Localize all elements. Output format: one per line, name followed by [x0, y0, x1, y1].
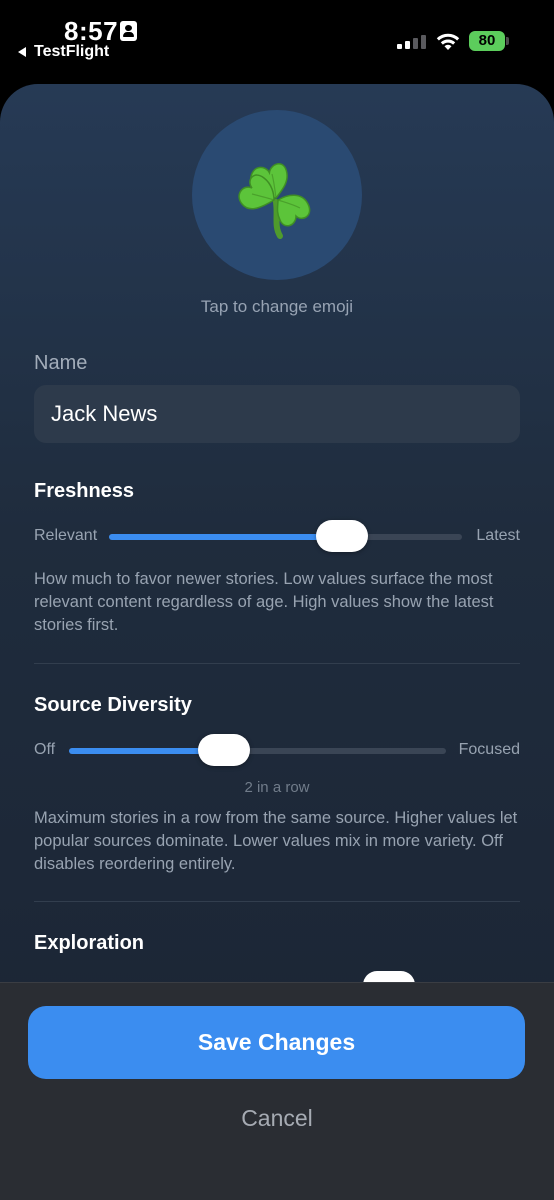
shamrock-icon [238, 163, 311, 239]
save-changes-button[interactable]: Save Changes [28, 1006, 525, 1079]
freshness-thumb[interactable] [315, 520, 368, 552]
source-diversity-title: Source Diversity [34, 694, 192, 716]
freshness-max-label: Latest [476, 527, 520, 544]
source-diversity-slider[interactable]: Off Focused [34, 734, 520, 768]
emoji-hint: Tap to change emoji [200, 297, 354, 316]
freshness-track[interactable] [109, 534, 462, 540]
source-diversity-max-label: Focused [458, 741, 520, 758]
back-to-app-link[interactable]: TestFlight [18, 43, 109, 61]
battery-nub [506, 37, 509, 45]
section-divider [34, 901, 520, 902]
exploration-title: Exploration [34, 932, 145, 954]
freshness-title: Freshness [34, 480, 135, 502]
cellular-signal-icon [397, 35, 427, 49]
contact-card-icon [120, 21, 137, 41]
freshness-description: How much to favor newer stories. Low val… [34, 570, 494, 634]
battery-indicator: 80 [469, 31, 505, 51]
section-divider [34, 663, 520, 664]
status-bar: 8:57 TestFlight 80 [0, 0, 554, 84]
source-diversity-thumb[interactable] [197, 734, 250, 766]
bottom-action-bar: Save Changes Cancel [0, 982, 554, 1200]
source-diversity-min-label: Off [34, 741, 56, 758]
source-diversity-description: Maximum stories in a row from the same s… [34, 809, 518, 873]
name-label: Name [34, 352, 88, 374]
source-diversity-track[interactable] [69, 748, 446, 754]
cancel-button[interactable]: Cancel [177, 1098, 377, 1138]
freshness-fill [109, 534, 342, 540]
emoji-picker-button[interactable] [192, 110, 362, 280]
back-arrow-icon [18, 47, 26, 57]
freshness-slider[interactable]: Relevant Latest [34, 520, 520, 554]
source-diversity-value: 2 in a row [244, 779, 310, 796]
back-app-label: TestFlight [34, 43, 110, 60]
wifi-icon [436, 33, 460, 50]
name-input[interactable] [34, 385, 520, 443]
freshness-min-label: Relevant [34, 527, 98, 544]
